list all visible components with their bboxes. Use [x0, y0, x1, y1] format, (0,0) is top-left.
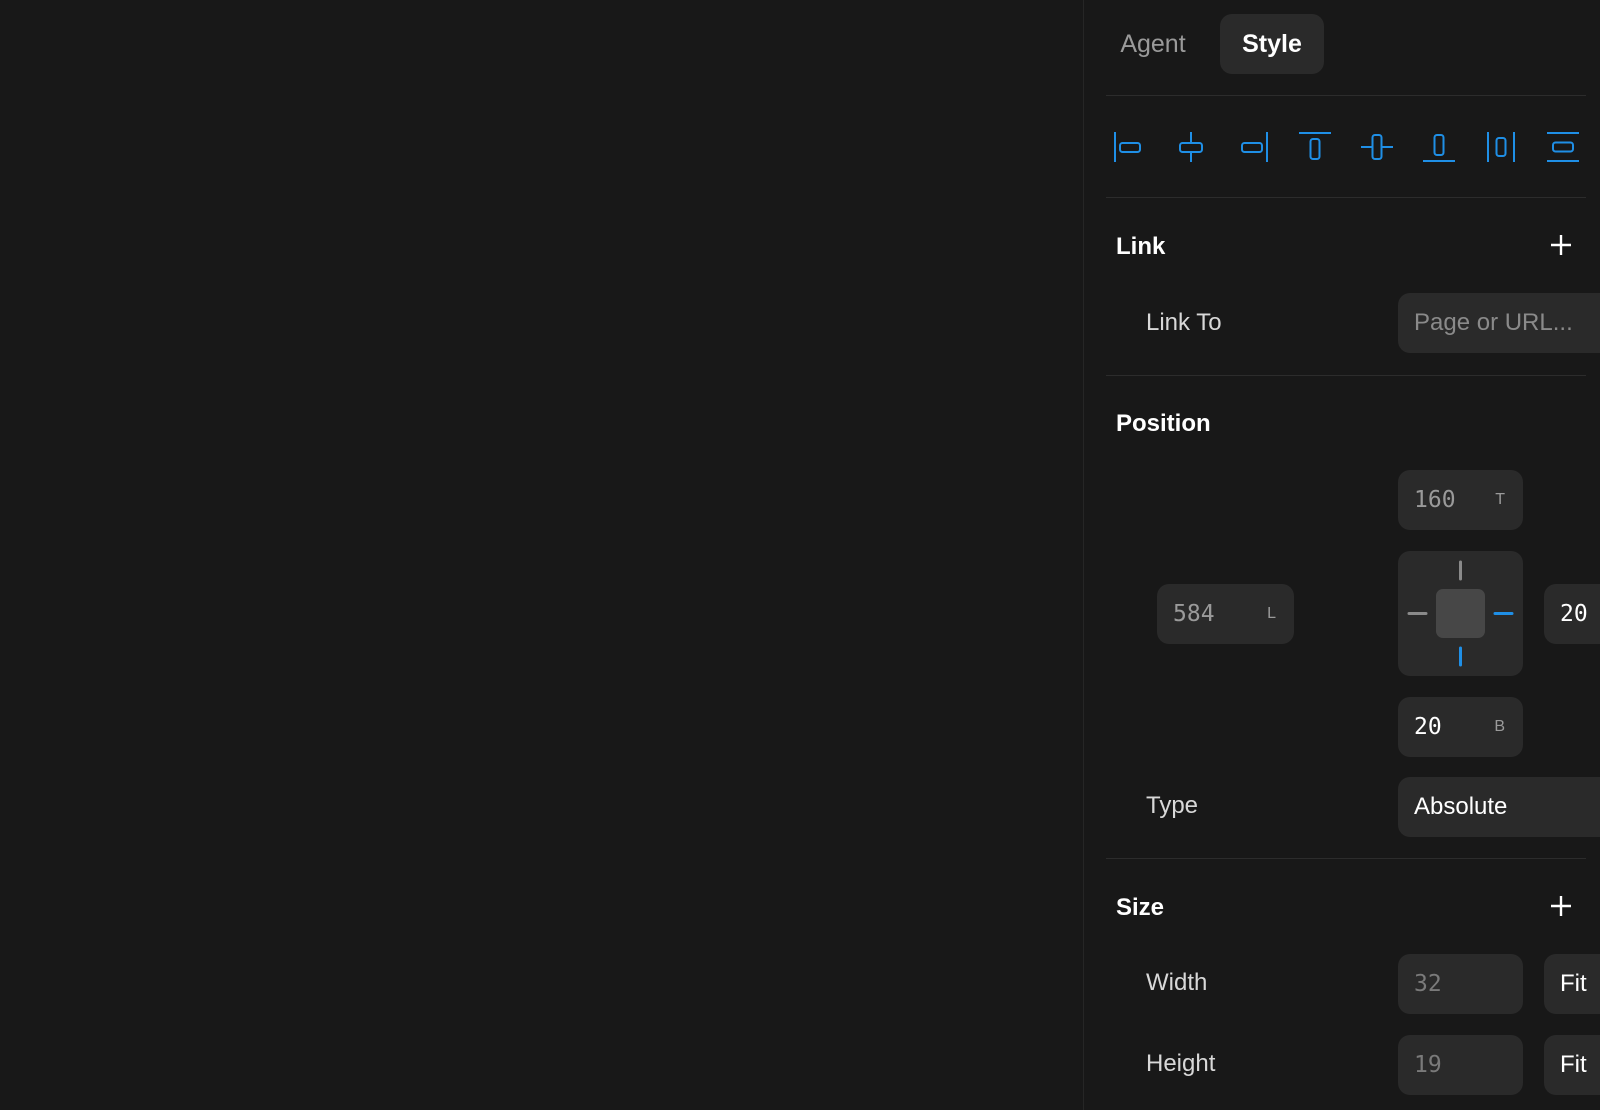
- position-type-value: Absolute: [1414, 793, 1508, 820]
- size-section-title: Size: [1116, 894, 1165, 921]
- width-input[interactable]: 32: [1398, 954, 1523, 1014]
- height-value: 19: [1414, 1052, 1442, 1078]
- position-left-value: 584: [1173, 601, 1215, 627]
- position-bottom-suffix: B: [1494, 718, 1505, 735]
- divider: [1106, 197, 1586, 198]
- add-size-button[interactable]: [1546, 891, 1576, 921]
- position-top-input[interactable]: 160 T: [1398, 470, 1523, 530]
- position-right-input[interactable]: 20 R: [1544, 584, 1600, 644]
- link-section-title: Link: [1116, 233, 1166, 260]
- align-bottom-icon[interactable]: [1419, 127, 1459, 167]
- element-box: [1436, 589, 1485, 638]
- position-top-value: 160: [1414, 487, 1456, 513]
- add-link-button[interactable]: [1546, 230, 1576, 260]
- distribute-horizontal-icon[interactable]: [1481, 127, 1521, 167]
- link-to-input[interactable]: [1398, 293, 1600, 353]
- plus-icon: [1551, 896, 1571, 916]
- align-right-icon[interactable]: [1233, 127, 1273, 167]
- position-pin-widget[interactable]: [1398, 551, 1523, 676]
- position-type-select[interactable]: Absolute: [1398, 777, 1600, 837]
- position-bottom-input[interactable]: 20 B: [1398, 697, 1523, 757]
- divider: [1106, 95, 1586, 96]
- position-type-label: Type: [1146, 792, 1199, 819]
- align-horizontal-center-icon[interactable]: [1171, 127, 1211, 167]
- width-mode-select[interactable]: Fit: [1544, 954, 1600, 1014]
- position-section-title: Position: [1116, 410, 1211, 437]
- width-value: 32: [1414, 971, 1442, 997]
- position-left-suffix: L: [1267, 605, 1276, 622]
- align-left-icon[interactable]: [1109, 127, 1149, 167]
- distribute-vertical-icon[interactable]: [1543, 127, 1583, 167]
- height-mode-select[interactable]: Fit: [1544, 1035, 1600, 1095]
- position-left-input[interactable]: 584 L: [1157, 584, 1294, 644]
- link-to-label: Link To: [1146, 309, 1222, 336]
- height-input[interactable]: 19: [1398, 1035, 1523, 1095]
- position-bottom-value: 20: [1414, 714, 1442, 740]
- tab-agent[interactable]: Agent: [1098, 14, 1208, 74]
- position-top-suffix: T: [1495, 491, 1505, 508]
- link-to-field: [1398, 293, 1600, 353]
- height-mode-value: Fit: [1560, 1051, 1587, 1078]
- align-vertical-center-icon[interactable]: [1357, 127, 1397, 167]
- properties-panel: Agent Style Link Link To Page or URL... …: [1083, 0, 1600, 1110]
- canvas-area[interactable]: [0, 0, 1083, 1110]
- position-right-value: 20: [1560, 601, 1588, 627]
- width-label: Width: [1146, 969, 1208, 996]
- tab-style[interactable]: Style: [1220, 14, 1324, 74]
- divider: [1106, 858, 1586, 859]
- width-mode-value: Fit: [1560, 970, 1587, 997]
- divider: [1106, 375, 1586, 376]
- height-label: Height: [1146, 1050, 1216, 1077]
- align-top-icon[interactable]: [1295, 127, 1335, 167]
- plus-icon: [1551, 235, 1571, 255]
